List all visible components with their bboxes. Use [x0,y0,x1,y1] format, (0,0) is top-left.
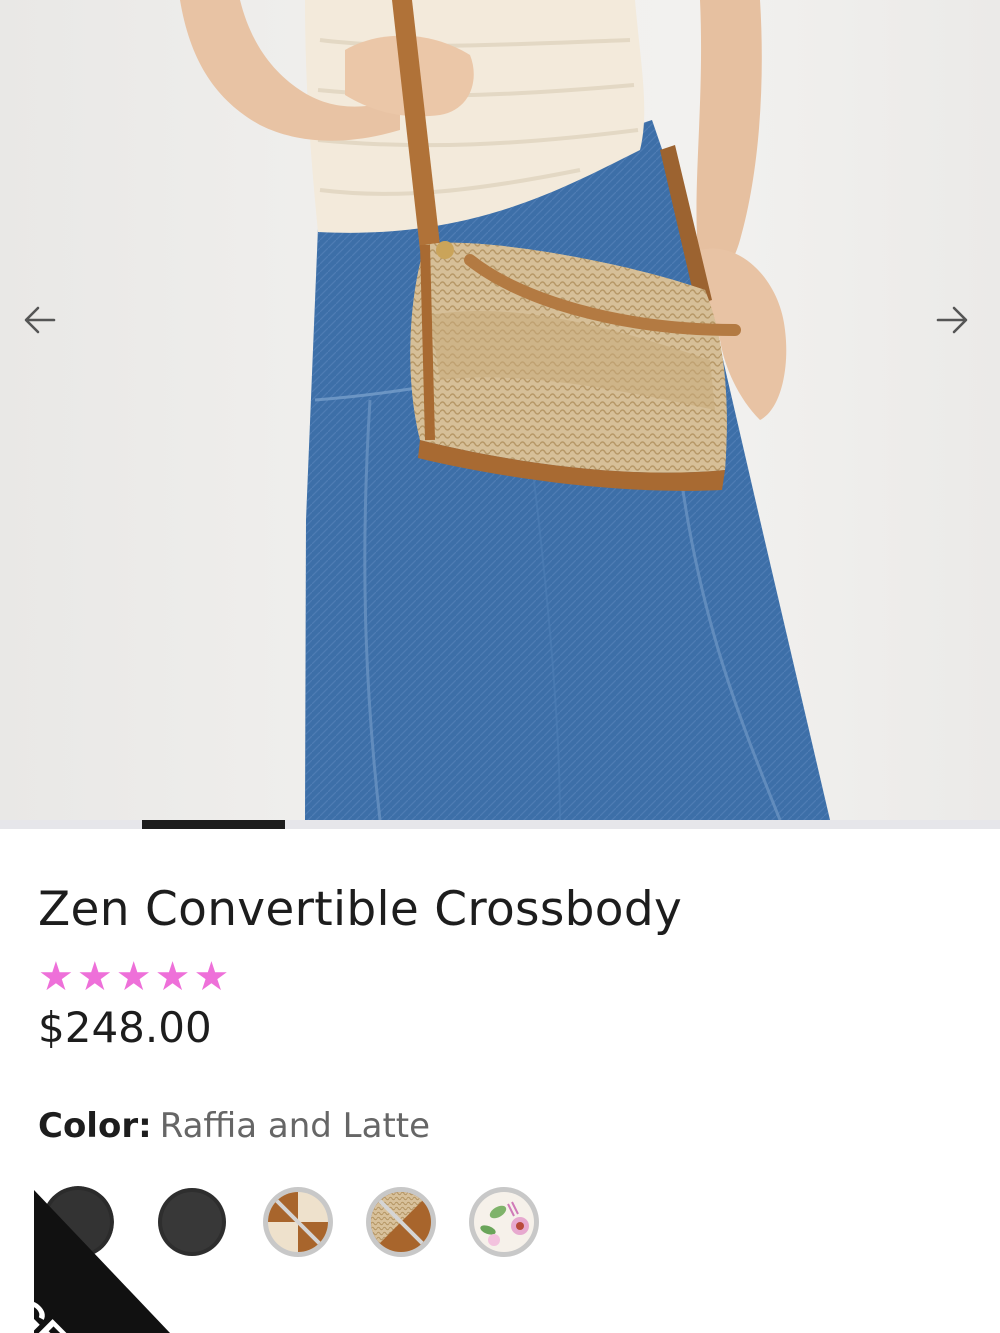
star-icon: ★ [76,954,113,1000]
star-icon: ★ [115,954,152,1000]
carousel-prev-button[interactable] [20,300,68,348]
selected-color: Color: Raffia and Latte [38,1106,430,1146]
color-label: Color: [38,1106,152,1146]
star-icon: ★ [193,954,230,1000]
carousel-progress [0,820,1000,829]
color-value: Raffia and Latte [159,1106,431,1146]
swatch-floral-print-icon [469,1187,539,1257]
swatch-latte-and-cream-icon [263,1187,333,1257]
swatch-latte-and-cream[interactable] [262,1186,334,1258]
swatch-raffia-and-latte[interactable] [365,1186,437,1258]
carousel-progress-fill [142,820,285,829]
carousel-next-button[interactable] [932,300,980,348]
swatch-floral-print[interactable] [468,1186,540,1258]
swatch-raffia-and-latte-icon [366,1187,436,1257]
arrow-right-icon [936,306,968,334]
arrow-left-icon [24,306,56,334]
product-photo [180,0,830,820]
product-title: Zen Convertible Crossbody [38,882,683,937]
product-image[interactable] [0,0,1000,820]
star-icon: ★ [154,954,191,1000]
product-price: $248.00 [38,1003,212,1052]
rating-stars[interactable]: ★ ★ ★ ★ ★ [38,957,229,997]
star-icon: ★ [38,954,74,1000]
